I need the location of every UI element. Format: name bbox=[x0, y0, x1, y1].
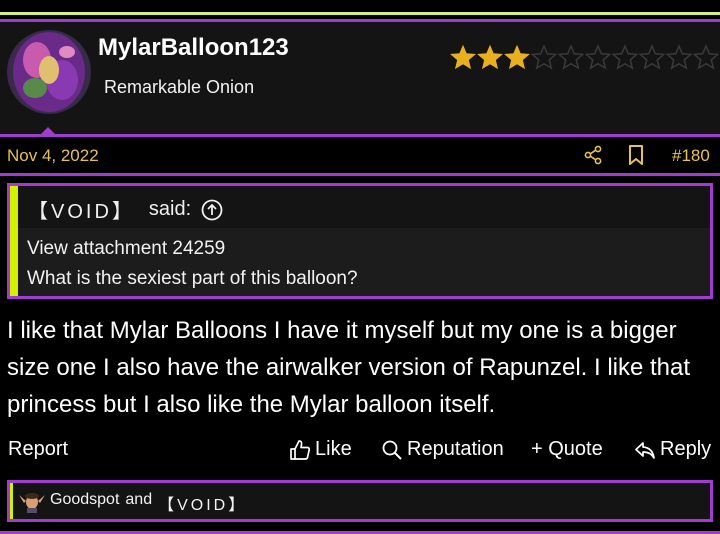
report-label: Report bbox=[8, 438, 69, 460]
separator-line bbox=[0, 134, 720, 137]
post-date[interactable]: Nov 4, 2022 bbox=[7, 146, 99, 166]
user-rating-stars bbox=[450, 44, 719, 71]
reactions-text: Goodspot and 【VOID】 bbox=[50, 491, 247, 515]
star-icon bbox=[477, 44, 503, 70]
reactions-accent-bar bbox=[10, 483, 13, 519]
top-accent-line bbox=[0, 12, 720, 15]
reply-button[interactable]: Reply bbox=[634, 438, 711, 461]
bookmark-icon[interactable] bbox=[627, 144, 645, 166]
quote-author[interactable]: 【VOID】 bbox=[28, 195, 135, 224]
reactor-name-2[interactable]: 【VOID】 bbox=[158, 491, 247, 515]
star-icon bbox=[693, 44, 719, 70]
star-icon bbox=[585, 44, 611, 70]
report-button[interactable]: Report bbox=[8, 438, 68, 461]
star-icon bbox=[504, 44, 530, 70]
reply-label: Reply bbox=[660, 438, 712, 460]
reply-icon bbox=[635, 441, 655, 459]
user-title: Remarkable Onion bbox=[104, 77, 255, 97]
quote-accent-bar bbox=[10, 186, 18, 296]
like-button[interactable]: Like bbox=[289, 438, 352, 461]
reactor-name-1[interactable]: Goodspot bbox=[50, 491, 119, 515]
quote-header: 【VOID】 said: bbox=[28, 195, 223, 224]
post-number-link[interactable]: #180 bbox=[672, 146, 710, 166]
search-icon bbox=[382, 440, 402, 460]
post-body-text: I like that Mylar Balloons I have it mys… bbox=[7, 317, 691, 418]
star-icon bbox=[639, 44, 665, 70]
share-icon[interactable] bbox=[583, 145, 603, 165]
quote-body: View attachment 24259 What is the sexies… bbox=[18, 228, 710, 296]
star-icon bbox=[666, 44, 692, 70]
quote-attachment-link[interactable]: View attachment 24259 bbox=[27, 234, 710, 264]
star-icon bbox=[558, 44, 584, 70]
arrow-up-circle-icon[interactable] bbox=[201, 199, 223, 221]
thumbs-up-icon bbox=[290, 439, 311, 460]
star-icon bbox=[612, 44, 638, 70]
star-icon bbox=[450, 44, 476, 70]
username[interactable]: MylarBalloon123 bbox=[98, 34, 289, 62]
star-icon bbox=[531, 44, 557, 70]
like-label: Like bbox=[315, 438, 352, 460]
reactions-joiner: and bbox=[125, 491, 153, 508]
quote-button[interactable]: + Quote bbox=[531, 438, 603, 461]
user-avatar[interactable] bbox=[7, 30, 91, 114]
separator-line-2 bbox=[0, 173, 720, 176]
quote-said-label: said: bbox=[148, 198, 192, 220]
reactor-avatar[interactable] bbox=[16, 489, 48, 513]
quote-text: What is the sexiest part of this balloon… bbox=[27, 268, 358, 289]
reactions-bar: Goodspot and 【VOID】 bbox=[7, 480, 713, 522]
reputation-button[interactable]: Reputation bbox=[381, 438, 504, 461]
quote-label: + Quote bbox=[531, 438, 603, 460]
quote-block: 【VOID】 said: View attachment 24259 What … bbox=[7, 183, 713, 299]
post-actions-bar: Report Like Reputation + Quote Reply bbox=[0, 434, 720, 464]
reputation-label: Reputation bbox=[407, 438, 504, 460]
